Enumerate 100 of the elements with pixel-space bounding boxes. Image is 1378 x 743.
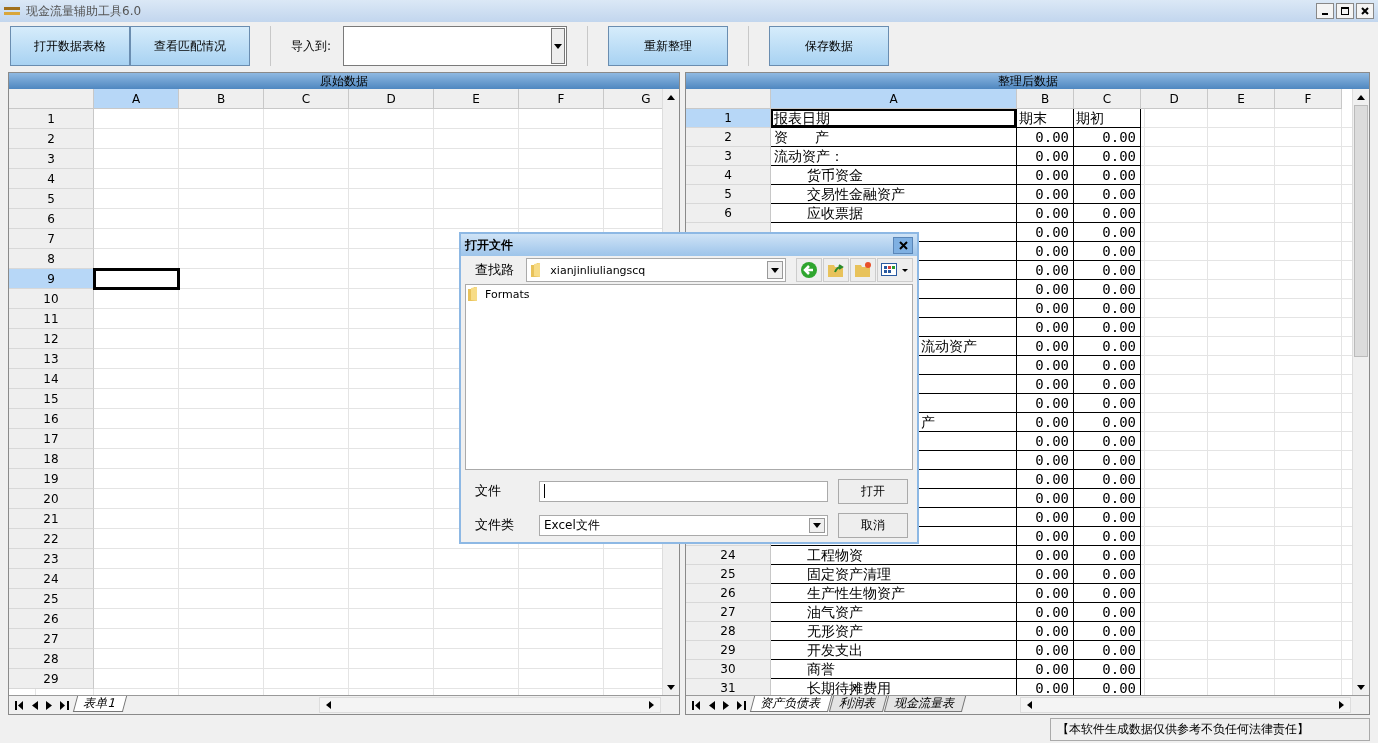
- table-cell: 0.00: [1017, 603, 1074, 622]
- row-number[interactable]: 21: [9, 509, 94, 529]
- last-sheet-icon[interactable]: [60, 700, 69, 710]
- last-sheet-icon[interactable]: [737, 700, 746, 710]
- row-number[interactable]: 18: [9, 449, 94, 469]
- column-header[interactable]: G: [604, 89, 662, 109]
- horizontal-scrollbar[interactable]: [1020, 697, 1351, 713]
- open-table-button[interactable]: 打开数据表格: [10, 26, 130, 66]
- row-number[interactable]: 11: [9, 309, 94, 329]
- row-number[interactable]: 5: [686, 185, 771, 204]
- row-number[interactable]: 28: [686, 622, 771, 641]
- row-number[interactable]: 7: [9, 229, 94, 249]
- row-number[interactable]: 23: [9, 549, 94, 569]
- back-button[interactable]: [796, 258, 822, 282]
- save-button[interactable]: 保存数据: [769, 26, 890, 66]
- left-arrow-icon: [326, 701, 331, 709]
- view-menu-button[interactable]: [877, 258, 913, 282]
- table-cell: 0.00: [1017, 185, 1074, 204]
- row-number[interactable]: 4: [686, 166, 771, 185]
- next-sheet-icon[interactable]: [723, 700, 729, 710]
- next-sheet-icon[interactable]: [46, 700, 52, 710]
- row-number[interactable]: 27: [686, 603, 771, 622]
- row-number[interactable]: 3: [9, 149, 94, 169]
- column-header[interactable]: C: [1074, 89, 1141, 109]
- file-name-field[interactable]: [539, 480, 828, 502]
- row-number[interactable]: 19: [9, 469, 94, 489]
- row-number[interactable]: 14: [9, 369, 94, 389]
- column-header[interactable]: B: [179, 89, 264, 109]
- row-number[interactable]: 28: [9, 649, 94, 669]
- close-button[interactable]: [893, 236, 913, 254]
- column-header[interactable]: C: [264, 89, 349, 109]
- row-number[interactable]: 29: [686, 641, 771, 660]
- row-number[interactable]: 10: [9, 289, 94, 309]
- row-number[interactable]: 17: [9, 429, 94, 449]
- row-number[interactable]: 5: [9, 189, 94, 209]
- column-header[interactable]: D: [1141, 89, 1208, 109]
- panel-header: 整理后数据: [686, 73, 1369, 89]
- cancel-button[interactable]: 取消: [838, 512, 908, 538]
- row-number[interactable]: 25: [686, 565, 771, 584]
- sheet-tab[interactable]: 表单1: [72, 696, 127, 712]
- row-number[interactable]: 1: [9, 109, 94, 129]
- minimize-button[interactable]: [1316, 3, 1334, 19]
- previous-sheet-icon[interactable]: [32, 700, 38, 710]
- sheet-tab[interactable]: 利润表: [828, 696, 888, 712]
- row-number[interactable]: 29: [9, 669, 94, 689]
- row-number[interactable]: 16: [9, 409, 94, 429]
- sheet-tab[interactable]: 现金流量表: [883, 696, 967, 712]
- column-header[interactable]: B: [1017, 89, 1074, 109]
- maximize-button[interactable]: [1336, 3, 1354, 19]
- scrollbar[interactable]: [1352, 89, 1369, 695]
- row-number[interactable]: 6: [686, 204, 771, 223]
- row-number[interactable]: 25: [9, 589, 94, 609]
- sheet-tab[interactable]: 资产负债表: [749, 696, 833, 712]
- row-number[interactable]: 24: [9, 569, 94, 589]
- active-cell[interactable]: [93, 268, 180, 290]
- open-button[interactable]: 打开: [838, 478, 908, 504]
- row-number[interactable]: 12: [9, 329, 94, 349]
- folder-item[interactable]: Formats: [468, 287, 530, 301]
- row-number[interactable]: 2: [686, 128, 771, 147]
- row-number[interactable]: 4: [9, 169, 94, 189]
- previous-sheet-icon[interactable]: [709, 700, 715, 710]
- row-number[interactable]: 1: [686, 109, 771, 128]
- column-header[interactable]: F: [1275, 89, 1342, 109]
- look-in-combo[interactable]: xianjinliuliangscq: [526, 258, 786, 282]
- column-header[interactable]: E: [1208, 89, 1275, 109]
- close-button[interactable]: [1356, 3, 1374, 19]
- app-icon: [4, 6, 20, 16]
- row-number[interactable]: 8: [9, 249, 94, 269]
- file-type-combo[interactable]: Excel文件: [539, 514, 828, 536]
- column-header[interactable]: A: [771, 89, 1017, 109]
- first-sheet-icon[interactable]: [15, 700, 24, 710]
- row-number[interactable]: 9: [9, 269, 94, 289]
- row-number[interactable]: 26: [9, 609, 94, 629]
- column-header[interactable]: F: [519, 89, 604, 109]
- row-number[interactable]: 31: [686, 679, 771, 695]
- row-number[interactable]: 15: [9, 389, 94, 409]
- import-combo[interactable]: [343, 26, 568, 66]
- row-number[interactable]: 22: [9, 529, 94, 549]
- column-header[interactable]: D: [349, 89, 434, 109]
- column-header[interactable]: E: [434, 89, 519, 109]
- row-number[interactable]: 27: [9, 629, 94, 649]
- column-header[interactable]: A: [94, 89, 179, 109]
- table-cell: 期初: [1074, 109, 1141, 128]
- table-cell: 交易性金融资产: [771, 185, 1017, 204]
- first-sheet-icon[interactable]: [692, 700, 701, 710]
- row-number[interactable]: 26: [686, 584, 771, 603]
- view-matches-button[interactable]: 查看匹配情况: [130, 26, 250, 66]
- row-number[interactable]: 3: [686, 147, 771, 166]
- horizontal-scrollbar[interactable]: [319, 697, 661, 713]
- up-folder-button[interactable]: [823, 258, 849, 282]
- row-number[interactable]: 30: [686, 660, 771, 679]
- row-number[interactable]: 20: [9, 489, 94, 509]
- reorganize-button[interactable]: 重新整理: [608, 26, 729, 66]
- row-number[interactable]: 13: [9, 349, 94, 369]
- row-number[interactable]: 2: [9, 129, 94, 149]
- row-number[interactable]: 24: [686, 546, 771, 565]
- up-arrow-icon: [1357, 94, 1365, 100]
- table-cell: 0.00: [1017, 451, 1074, 470]
- row-number[interactable]: 6: [9, 209, 94, 229]
- new-folder-button[interactable]: [850, 258, 876, 282]
